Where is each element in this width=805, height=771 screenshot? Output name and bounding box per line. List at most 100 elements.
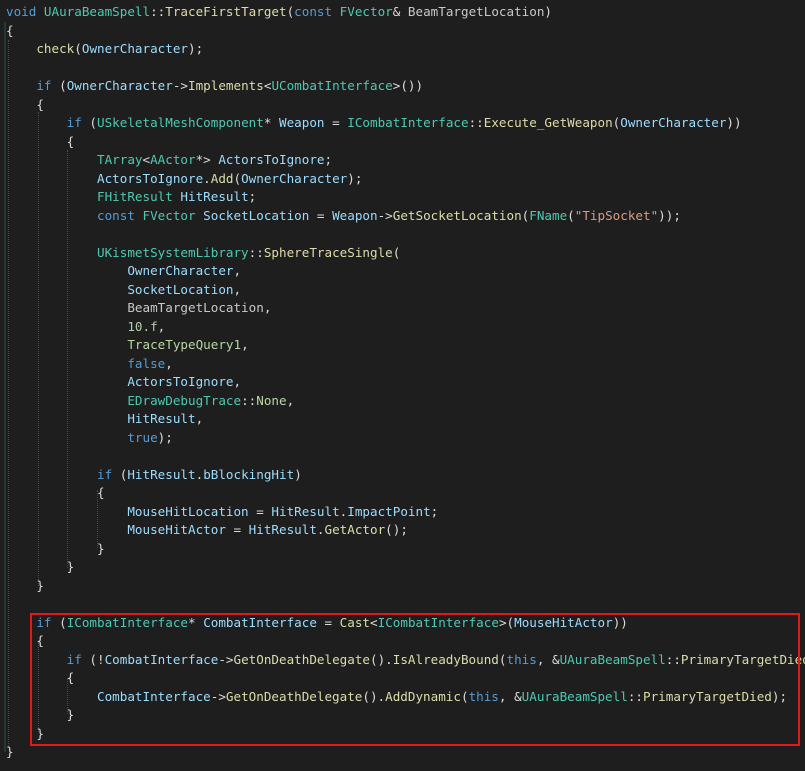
- code-line[interactable]: void UAuraBeamSpell::TraceFirstTarget(co…: [6, 3, 805, 22]
- code-token: ,: [233, 263, 242, 278]
- code-token: UCombatInterface: [271, 78, 393, 93]
- code-token: ;: [430, 503, 439, 519]
- code-token: "TipSocket": [574, 207, 659, 223]
- code-token: ActorsToIgnore: [127, 374, 234, 389]
- code-token: if: [66, 115, 90, 130]
- code-token: GetSocketLocation: [392, 207, 522, 223]
- code-line[interactable]: 10.f,: [6, 318, 805, 337]
- code-token: EDrawDebugTrace: [127, 392, 242, 408]
- code-line[interactable]: HitResult,: [6, 410, 805, 429]
- code-line[interactable]: check(OwnerCharacter);: [6, 40, 805, 59]
- code-token: OwnerCharacter: [81, 41, 189, 56]
- code-line[interactable]: [6, 59, 805, 78]
- code-token: TraceTypeQuery1: [127, 337, 242, 352]
- code-token: (: [567, 207, 575, 223]
- code-line[interactable]: MouseHitActor = HitResult.GetActor();: [6, 521, 805, 540]
- code-line[interactable]: if (OwnerCharacter->Implements<UCombatIn…: [6, 77, 805, 96]
- code-token: }: [6, 540, 105, 556]
- code-token: const: [294, 4, 340, 19]
- code-token: =: [324, 115, 348, 130]
- code-line[interactable]: ActorsToIgnore,: [6, 373, 805, 392]
- code-token: ;: [324, 152, 333, 167]
- code-editor[interactable]: void UAuraBeamSpell::TraceFirstTarget(co…: [0, 0, 805, 771]
- code-token: (: [392, 244, 401, 260]
- code-token: FHitResult: [97, 189, 173, 204]
- code-token: Weapon: [279, 115, 325, 130]
- code-token: {: [6, 485, 105, 500]
- code-line[interactable]: const FVector SocketLocation = Weapon->G…: [6, 207, 805, 226]
- code-token: (: [74, 41, 82, 56]
- code-line[interactable]: }: [6, 577, 805, 596]
- code-line[interactable]: SocketLocation,: [6, 281, 805, 300]
- code-token: ();: [385, 522, 408, 537]
- code-token: ): [294, 466, 302, 482]
- code-token: (: [89, 115, 98, 130]
- code-token: =: [248, 503, 272, 519]
- code-line[interactable]: OwnerCharacter,: [6, 262, 805, 281]
- code-token: Add: [210, 170, 234, 186]
- code-token: 10.f: [127, 318, 158, 334]
- code-line[interactable]: false,: [6, 355, 805, 374]
- code-token: void: [6, 4, 44, 19]
- code-token: (: [59, 78, 67, 93]
- code-line[interactable]: BeamTargetLocation,: [6, 299, 805, 318]
- code-line[interactable]: MouseHitLocation = HitResult.ImpactPoint…: [6, 503, 805, 522]
- code-token: ,: [241, 337, 249, 352]
- code-token: FName: [529, 207, 568, 223]
- code-token: HitResult: [127, 466, 196, 482]
- code-token: SphereTraceSingle: [263, 244, 393, 260]
- code-token: ,: [157, 318, 166, 334]
- code-line[interactable]: }: [6, 540, 805, 559]
- code-token: )): [726, 115, 742, 130]
- code-line[interactable]: FHitResult HitResult;: [6, 188, 805, 207]
- highlight-annotation-box: [30, 613, 800, 746]
- code-line[interactable]: if (USkeletalMeshComponent* Weapon = ICo…: [6, 114, 805, 133]
- code-line[interactable]: if (HitResult.bBlockingHit): [6, 466, 805, 485]
- code-line[interactable]: ActorsToIgnore.Add(OwnerCharacter);: [6, 170, 805, 189]
- code-token: HitResult: [248, 522, 317, 537]
- code-token: ::: [150, 4, 166, 19]
- code-line[interactable]: }: [6, 558, 805, 577]
- code-line[interactable]: true);: [6, 429, 805, 448]
- code-token: MouseHitLocation: [127, 503, 249, 519]
- code-token: HitResult: [180, 189, 249, 204]
- code-token: USkeletalMeshComponent: [97, 115, 264, 130]
- code-token: ));: [658, 207, 681, 223]
- code-line[interactable]: EDrawDebugTrace::None,: [6, 392, 805, 411]
- code-line[interactable]: [6, 447, 805, 466]
- code-line[interactable]: {: [6, 22, 805, 41]
- code-token: ,: [165, 355, 173, 371]
- code-token: MouseHitActor: [127, 522, 226, 537]
- code-line[interactable]: {: [6, 484, 805, 503]
- code-token: UAuraBeamSpell: [43, 4, 151, 19]
- code-token: ,: [195, 411, 204, 426]
- code-line[interactable]: {: [6, 96, 805, 115]
- code-token: AActor: [150, 152, 196, 167]
- code-line[interactable]: TraceTypeQuery1,: [6, 336, 805, 355]
- code-token: TraceFirstTarget: [165, 4, 287, 19]
- code-line[interactable]: TArray<AActor*> ActorsToIgnore;: [6, 151, 805, 170]
- code-token: ::: [248, 244, 264, 260]
- code-token: check: [36, 41, 75, 56]
- code-line[interactable]: [6, 595, 805, 614]
- code-line[interactable]: UKismetSystemLibrary::SphereTraceSingle(: [6, 244, 805, 263]
- code-token: {: [6, 96, 44, 112]
- code-line[interactable]: [6, 225, 805, 244]
- code-token: FVector: [142, 207, 196, 223]
- code-token: ,: [286, 392, 295, 408]
- code-token: );: [347, 170, 363, 186]
- code-token: ::: [241, 392, 257, 408]
- code-token: }: [6, 744, 14, 759]
- code-token: ;: [248, 189, 257, 204]
- code-line[interactable]: {: [6, 133, 805, 152]
